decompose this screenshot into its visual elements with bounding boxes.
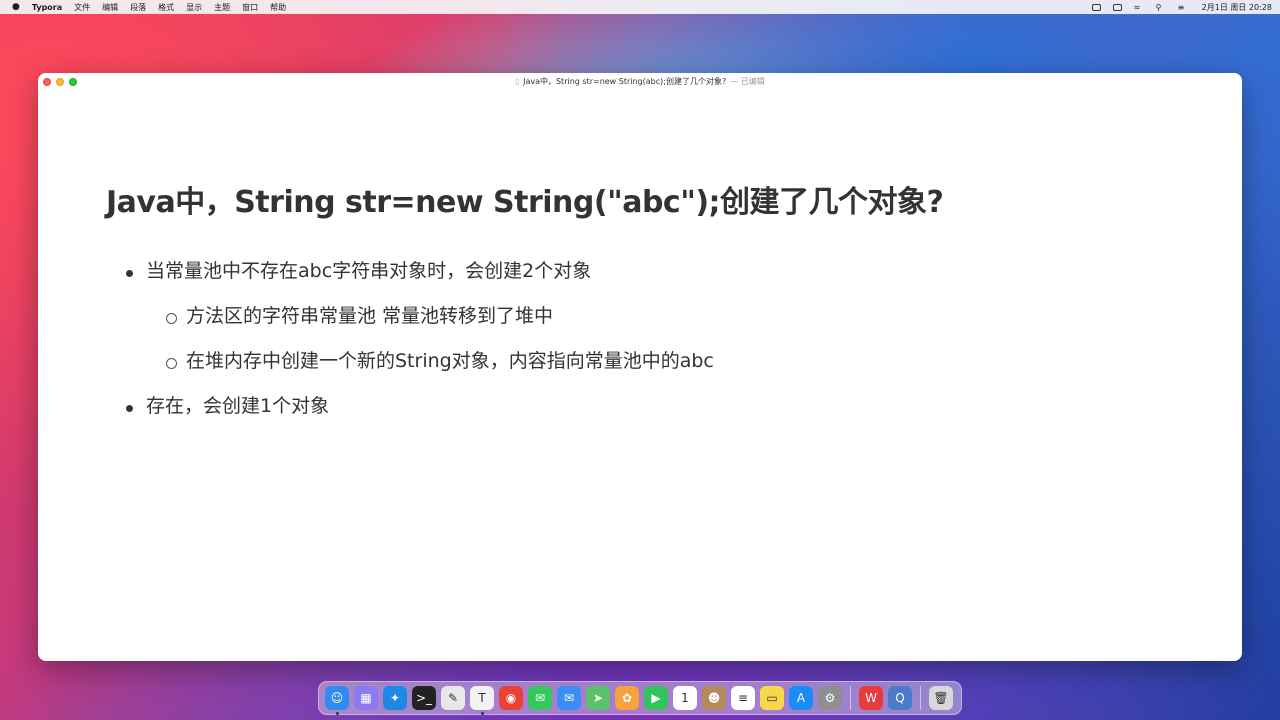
bullet-list: 当常量池中不存在abc字符串对象时，会创建2个对象 方法区的字符串常量池 常量池… xyxy=(126,249,1242,429)
spotlight-search-icon[interactable]: ⚲ xyxy=(1156,3,1166,12)
nested-bullet-list: 方法区的字符串常量池 常量池转移到了堆中 在堆内存中创建一个新的String对象… xyxy=(166,294,1242,384)
dock: ☺ ▦ ✦ >_ ✎ T ◉ ✉ ✉ ➤ ✿ ▶ 1 ☻ ≡ ▭ A ⚙ W Q 🗑 xyxy=(318,681,962,715)
display-icon[interactable] xyxy=(1112,3,1122,11)
menu-bar-right: ≈ ⚲ ≡ 2月1日 周日 20:28 xyxy=(1091,2,1272,13)
edited-indicator: — 已编辑 xyxy=(730,77,765,86)
menu-bar-left: ● Typora 文件 编辑 段落 格式 显示 主题 窗口 帮助 xyxy=(12,2,286,13)
list-item-text: 存在，会创建1个对象 xyxy=(146,395,330,417)
typora-icon[interactable]: T xyxy=(470,686,494,715)
messages-icon[interactable]: ✉ xyxy=(528,686,552,710)
menu-paragraph[interactable]: 段落 xyxy=(130,2,146,13)
launchpad-icon[interactable]: ▦ xyxy=(354,686,378,710)
document-icon: ▯ xyxy=(515,78,520,86)
nested-list-item[interactable]: 在堆内存中创建一个新的String对象，内容指向常量池中的abc xyxy=(166,339,1242,384)
typora-window: ▯ Java中，String str=new String(abc);创建了几个对… xyxy=(38,73,1242,661)
nested-list-item-text: 在堆内存中创建一个新的String对象，内容指向常量池中的abc xyxy=(186,350,714,372)
list-item-text: 当常量池中不存在abc字符串对象时，会创建2个对象 xyxy=(146,260,592,282)
safari-icon[interactable]: ✦ xyxy=(383,686,407,710)
menu-bar-clock[interactable]: 2月1日 周日 20:28 xyxy=(1202,2,1272,13)
dock-separator xyxy=(850,686,851,710)
menu-format[interactable]: 格式 xyxy=(158,2,174,13)
input-method-icon[interactable] xyxy=(1091,3,1101,11)
menu-view[interactable]: 显示 xyxy=(186,2,202,13)
app-store-icon[interactable]: A xyxy=(789,686,813,710)
reminders-icon[interactable]: ≡ xyxy=(731,686,755,710)
nested-list-item[interactable]: 方法区的字符串常量池 常量池转移到了堆中 xyxy=(166,294,1242,339)
menu-file[interactable]: 文件 xyxy=(74,2,90,13)
system-preferences-icon[interactable]: ⚙ xyxy=(818,686,842,710)
photos-icon[interactable]: ✿ xyxy=(615,686,639,710)
menu-help[interactable]: 帮助 xyxy=(270,2,286,13)
apple-menu-icon[interactable]: ● xyxy=(12,2,20,12)
terminal-icon[interactable]: >_ xyxy=(412,686,436,710)
document-heading[interactable]: Java中，String str=new String("abc");创建了几个… xyxy=(106,177,1242,221)
wps-icon[interactable]: W xyxy=(859,686,883,710)
menu-theme[interactable]: 主题 xyxy=(214,2,230,13)
textedit-icon[interactable]: ✎ xyxy=(441,686,465,710)
finder-icon[interactable]: ☺ xyxy=(325,686,349,715)
maps-icon[interactable]: ➤ xyxy=(586,686,610,710)
list-item[interactable]: 当常量池中不存在abc字符串对象时，会创建2个对象 方法区的字符串常量池 常量池… xyxy=(126,249,1242,384)
menu-bar: ● Typora 文件 编辑 段落 格式 显示 主题 窗口 帮助 ≈ ⚲ ≡ 2… xyxy=(0,0,1280,14)
nested-list-item-text: 方法区的字符串常量池 常量池转移到了堆中 xyxy=(186,305,554,327)
wifi-icon[interactable]: ≈ xyxy=(1134,3,1144,12)
editor-content[interactable]: Java中，String str=new String("abc");创建了几个… xyxy=(38,177,1242,429)
window-titlebar[interactable]: ▯ Java中，String str=new String(abc);创建了几个对… xyxy=(38,73,1242,91)
app-menu-typora[interactable]: Typora xyxy=(32,3,62,12)
menu-window[interactable]: 窗口 xyxy=(242,2,258,13)
chrome-icon[interactable]: ◉ xyxy=(499,686,523,710)
dock-separator xyxy=(920,686,921,710)
window-title-text: Java中，String str=new String(abc);创建了几个对象… xyxy=(523,77,727,86)
window-title: ▯ Java中，String str=new String(abc);创建了几个对… xyxy=(38,76,1242,87)
quicktime-icon[interactable]: Q xyxy=(888,686,912,710)
facetime-icon[interactable]: ▶ xyxy=(644,686,668,710)
menu-edit[interactable]: 编辑 xyxy=(102,2,118,13)
mail-icon[interactable]: ✉ xyxy=(557,686,581,710)
contacts-icon[interactable]: ☻ xyxy=(702,686,726,710)
calendar-icon[interactable]: 1 xyxy=(673,686,697,710)
control-center-icon[interactable]: ≡ xyxy=(1178,3,1188,12)
trash-icon[interactable]: 🗑 xyxy=(929,686,953,710)
notes-icon[interactable]: ▭ xyxy=(760,686,784,710)
list-item[interactable]: 存在，会创建1个对象 xyxy=(126,384,1242,429)
